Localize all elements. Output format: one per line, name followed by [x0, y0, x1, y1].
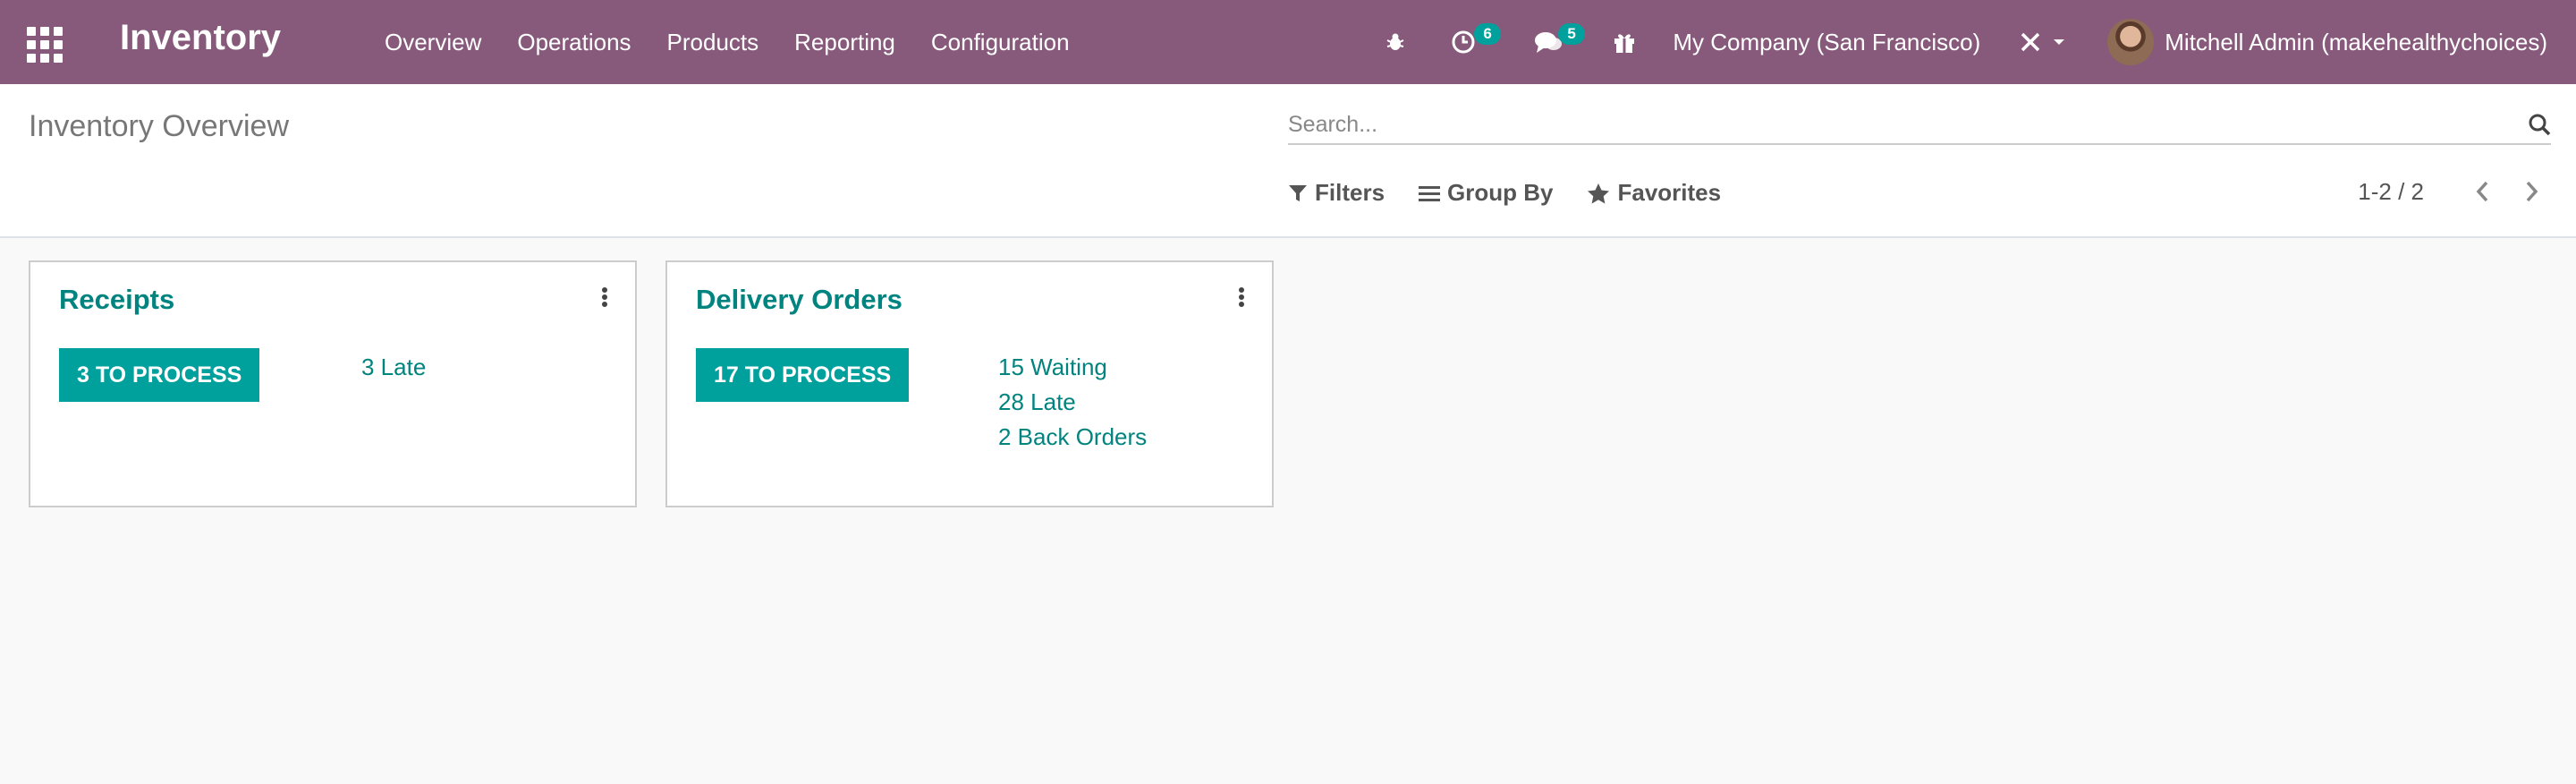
pager-value[interactable]: 1-2 / 2	[2358, 178, 2424, 206]
kebab-menu-icon[interactable]	[1233, 284, 1250, 311]
favorites-label: Favorites	[1617, 179, 1722, 206]
activities-menu[interactable]: 6	[1431, 0, 1512, 84]
tools-icon	[2021, 32, 2040, 52]
stat-waiting-link[interactable]: 15 Waiting	[998, 350, 1147, 385]
tools-menu[interactable]	[2014, 0, 2068, 84]
company-switcher[interactable]: My Company (San Francisco)	[1673, 29, 1980, 56]
messages-menu[interactable]: 5	[1512, 0, 1597, 84]
star-icon	[1588, 183, 1610, 203]
chevron-down-icon	[2054, 39, 2065, 45]
filters-button[interactable]: Filters	[1288, 179, 1385, 207]
main-menu: Overview Operations Products Reporting C…	[385, 0, 1106, 84]
stat-back-orders-link[interactable]: 2 Back Orders	[998, 420, 1147, 455]
chevron-left-icon	[2476, 181, 2488, 202]
card-stats: 15 Waiting 28 Late 2 Back Orders	[998, 350, 1147, 455]
search-options: Filters Group By Favorites	[1288, 179, 1755, 207]
gift-icon	[1614, 34, 1635, 53]
avatar[interactable]	[2107, 19, 2155, 65]
list-icon	[1419, 185, 1441, 201]
kanban-card-receipts: Receipts 3 TO PROCESS 3 Late	[29, 260, 637, 507]
card-title[interactable]: Receipts	[59, 284, 174, 316]
user-menu[interactable]: Mitchell Admin (makehealthychoices)	[2165, 29, 2547, 56]
menu-item-reporting[interactable]: Reporting	[794, 29, 895, 56]
pager-previous-button[interactable]	[2465, 174, 2501, 209]
kanban-card-delivery-orders: Delivery Orders 17 TO PROCESS 15 Waiting…	[665, 260, 1274, 507]
apps-icon[interactable]	[27, 27, 63, 63]
menu-item-configuration[interactable]: Configuration	[931, 29, 1070, 56]
kebab-menu-icon[interactable]	[596, 284, 614, 311]
menu-item-operations[interactable]: Operations	[517, 29, 631, 56]
activities-badge: 6	[1474, 23, 1501, 45]
stat-late-link[interactable]: 3 Late	[361, 350, 426, 385]
search-box	[1288, 106, 2551, 145]
app-brand[interactable]: Inventory	[120, 18, 281, 58]
group-by-label: Group By	[1447, 179, 1554, 206]
pager-next-button[interactable]	[2513, 174, 2549, 209]
favorites-button[interactable]: Favorites	[1587, 179, 1721, 207]
bug-icon	[1386, 33, 1404, 50]
gift-menu[interactable]	[1597, 0, 1651, 84]
filters-label: Filters	[1315, 179, 1385, 206]
messages-badge: 5	[1558, 23, 1585, 45]
systray: 6 5 My Company (San Francisco) Mitchell …	[1368, 0, 2576, 84]
menu-item-products[interactable]: Products	[667, 29, 759, 56]
to-process-button[interactable]: 17 TO PROCESS	[696, 348, 910, 402]
card-title[interactable]: Delivery Orders	[696, 284, 902, 316]
top-navbar: Inventory Overview Operations Products R…	[0, 0, 2576, 84]
filter-icon	[1289, 184, 1307, 201]
page-title: Inventory Overview	[29, 109, 289, 143]
group-by-button[interactable]: Group By	[1419, 179, 1553, 207]
to-process-button[interactable]: 3 TO PROCESS	[59, 348, 260, 402]
stat-late-link[interactable]: 28 Late	[998, 385, 1147, 420]
activity-clock-icon	[1452, 30, 1475, 54]
pager: 1-2 / 2	[2358, 174, 2549, 209]
search-input[interactable]	[1288, 106, 2504, 143]
control-panel: Inventory Overview Filters Group By	[0, 84, 2576, 238]
search-icon[interactable]	[2528, 113, 2551, 136]
card-stats: 3 Late	[361, 350, 426, 385]
chevron-right-icon	[2526, 181, 2538, 202]
debug-bug-icon[interactable]	[1368, 0, 1422, 84]
menu-item-overview[interactable]: Overview	[385, 29, 481, 56]
